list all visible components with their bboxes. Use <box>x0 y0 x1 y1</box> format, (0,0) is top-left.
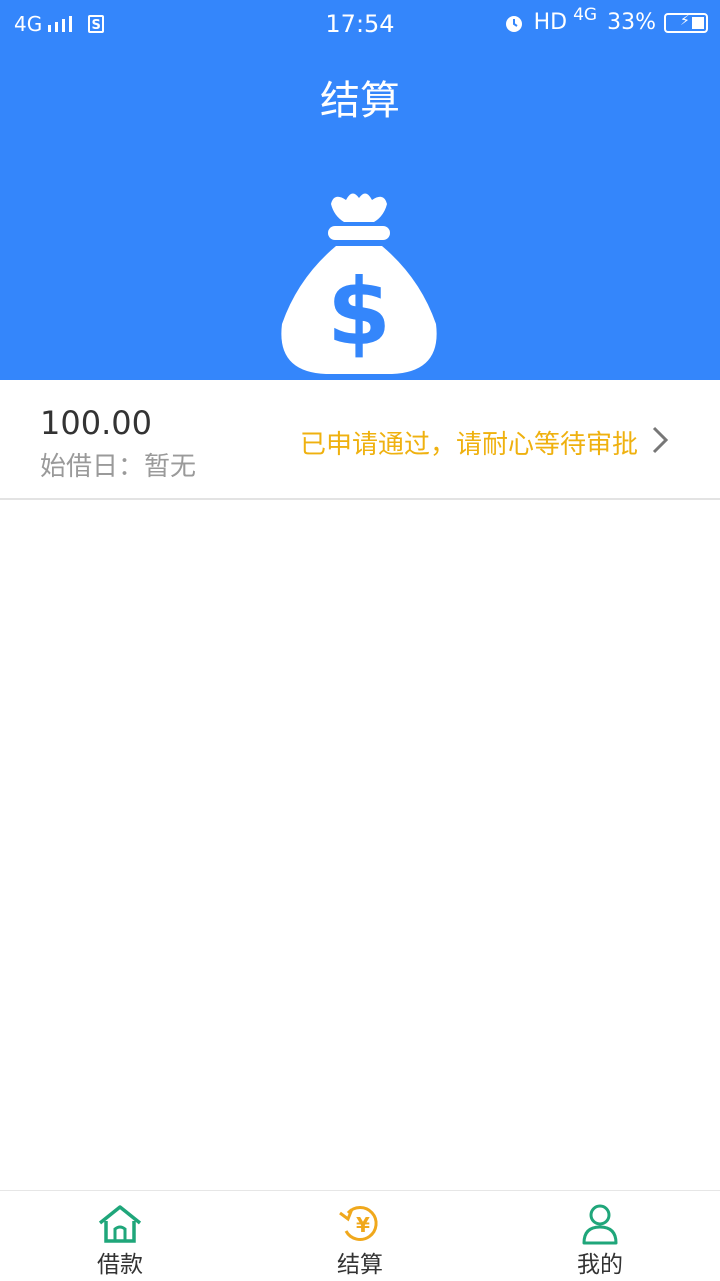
battery-percent: 33% <box>607 10 656 35</box>
tab-mine[interactable]: 我的 <box>480 1191 720 1281</box>
person-icon <box>582 1204 618 1245</box>
battery-icon: ⚡ <box>664 12 708 33</box>
network-type-right: 4G <box>573 4 598 25</box>
header: 4G S 17:54 HD 4G 33% ⚡ 结算 $ <box>0 0 720 380</box>
tab-mine-label: 我的 <box>577 1252 623 1278</box>
svg-text:¥: ¥ <box>356 1213 370 1237</box>
loan-amount: 100.00 <box>40 404 152 442</box>
chevron-right-icon <box>652 426 669 454</box>
tab-settle-label: 结算 <box>337 1252 383 1278</box>
yuan-settle-icon: ¥ <box>339 1205 378 1241</box>
alarm-icon <box>505 15 522 32</box>
status-right: HD 4G 33% ⚡ <box>504 5 708 35</box>
home-icon <box>98 1205 142 1243</box>
tab-loan[interactable]: 借款 <box>0 1191 240 1281</box>
page-title: 结算 <box>320 78 400 124</box>
money-bag-icon: $ <box>281 193 437 374</box>
start-date-label: 始借日： <box>40 452 145 482</box>
status-bar: 4G S 17:54 HD 4G 33% ⚡ <box>0 0 720 50</box>
tab-settle[interactable]: ¥ 结算 <box>240 1191 480 1281</box>
loan-status: 已申请通过，请耐心等待审批 <box>299 430 638 460</box>
loan-item[interactable]: 100.00 始借日：暂无 已申请通过，请耐心等待审批 <box>0 380 720 500</box>
tab-loan-label: 借款 <box>97 1252 143 1278</box>
start-date-value: 暂无 <box>144 452 197 482</box>
bottom-tab-bar: 借款 ¥ 结算 我的 <box>0 1190 720 1281</box>
loan-start-date: 始借日：暂无 <box>40 446 196 483</box>
svg-text:$: $ <box>327 259 391 366</box>
hd-label: HD <box>533 10 568 35</box>
